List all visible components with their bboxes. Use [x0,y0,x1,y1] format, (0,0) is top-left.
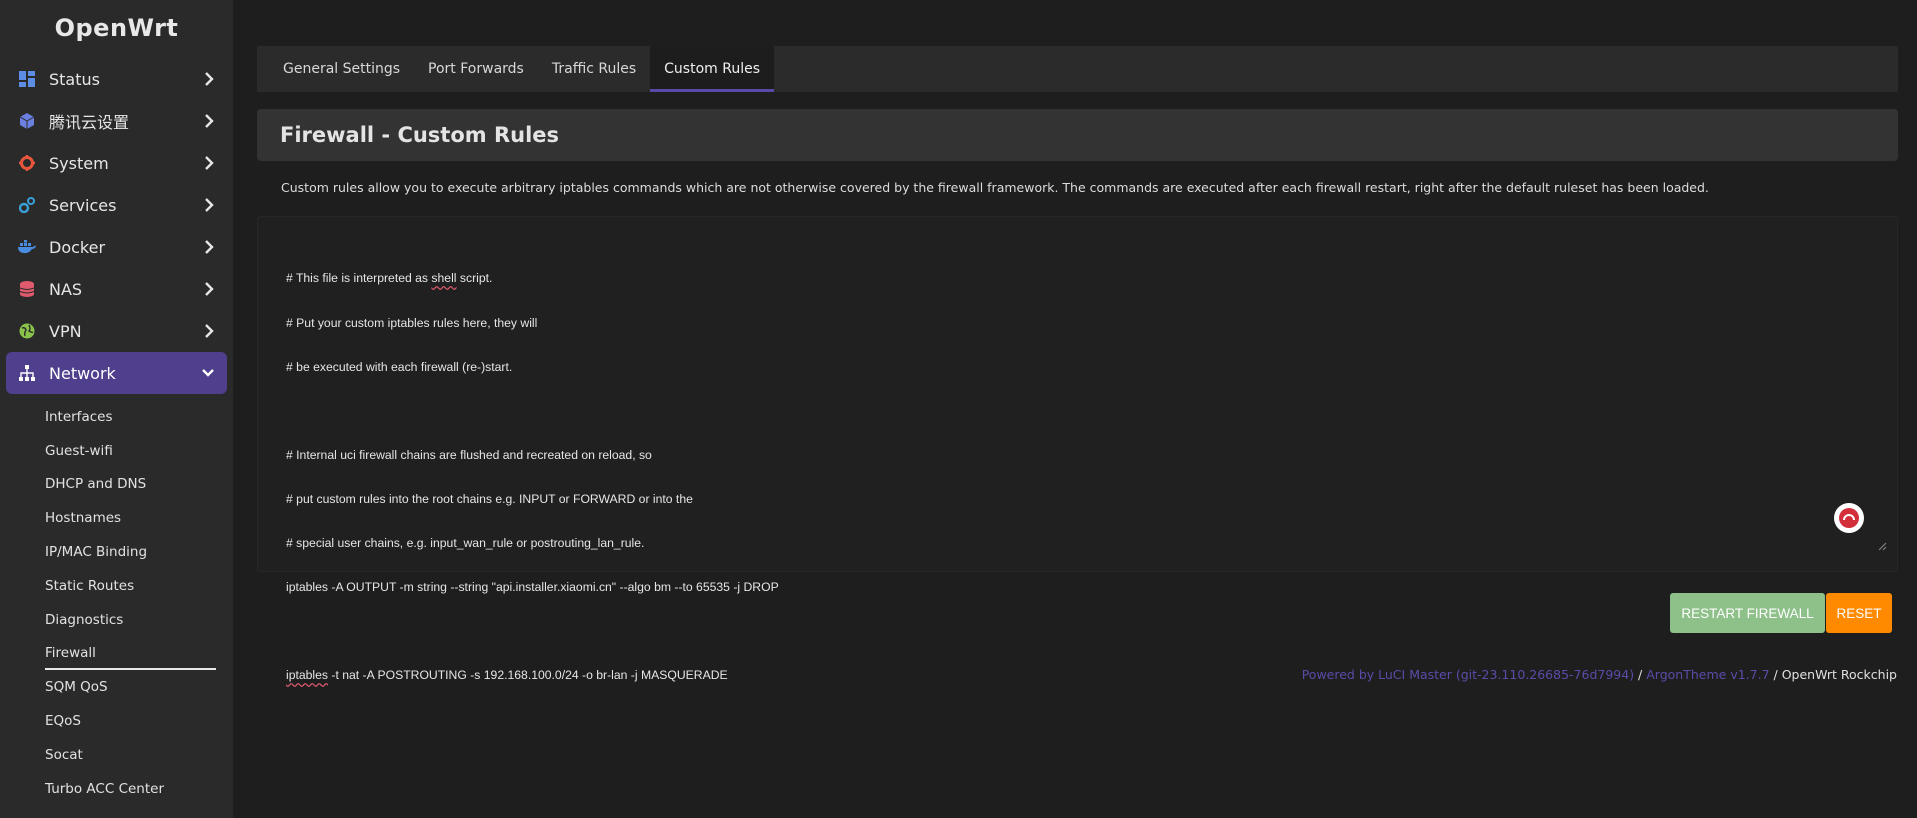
logo[interactable]: OpenWrt [0,0,233,58]
sidebar-item-services[interactable]: Services [6,184,227,226]
submenu-item-diagnostics[interactable]: Diagnostics [0,603,233,637]
luci-link[interactable]: Powered by LuCI Master (git-23.110.26685… [1302,667,1634,682]
submenu-item-label: Firewall [45,645,96,662]
editor-line: # Put your custom iptables rules here, t… [286,315,538,330]
chevron-right-icon [205,156,214,170]
sidebar-item-label: Services [49,195,117,215]
submenu-item-interfaces[interactable]: Interfaces [0,400,233,434]
gear-icon [18,154,36,172]
submenu-item-hostnames[interactable]: Hostnames [0,501,233,535]
docker-icon [18,238,36,256]
editor-text: -t nat -A POSTROUTING -s 192.168.100.0/2… [328,668,728,683]
sidebar-item-network[interactable]: Network [6,352,227,394]
sidebar-item-label: VPN [49,321,82,341]
tab-port-forwards[interactable]: Port Forwards [414,46,538,92]
page-description: Custom rules allow you to execute arbitr… [281,180,1709,195]
submenu-item-eqos[interactable]: EQoS [0,704,233,738]
footer-separator: / [1634,667,1647,682]
resize-handle-icon[interactable] [1877,541,1887,551]
custom-rules-editor-card: # This file is interpreted as shell scri… [257,216,1898,682]
sidebar-item-label: Network [49,363,116,383]
editor-line: # Internal uci firewall chains are flush… [286,447,652,462]
tab-bar: General Settings Port Forwards Traffic R… [257,46,1898,92]
sidebar-menu: Status 腾讯云设置 System Services Docker NAS … [0,58,233,394]
cube-icon [18,112,36,130]
sidebar-item-label: System [49,153,109,173]
argon-theme-link[interactable]: ArgonTheme v1.7.7 [1646,667,1769,682]
tab-general-settings[interactable]: General Settings [269,46,414,92]
database-icon [18,280,36,298]
submenu-item-dhcp-dns[interactable]: DHCP and DNS [0,468,233,502]
submenu-item-turbo-acc[interactable]: Turbo ACC Center [0,772,233,806]
sitemap-icon [18,364,36,382]
reset-button[interactable]: RESET [1826,593,1892,633]
footer: Powered by LuCI Master (git-23.110.26685… [1302,667,1897,682]
chevron-right-icon [205,240,214,254]
submenu-item-firewall[interactable]: Firewall [0,637,233,671]
editor-line: # be executed with each firewall (re-)st… [286,359,513,374]
device-name: OpenWrt Rockchip [1781,667,1897,682]
sidebar-item-system[interactable]: System [6,142,227,184]
editor-text: # This file is interpreted as [286,271,432,286]
editor-text: shell [431,271,457,286]
network-submenu: Interfaces Guest-wifi DHCP and DNS Hostn… [0,400,233,806]
sidebar-item-tencent-cloud[interactable]: 腾讯云设置 [6,100,227,142]
submenu-item-static-routes[interactable]: Static Routes [0,569,233,603]
tab-traffic-rules[interactable]: Traffic Rules [538,46,650,92]
sidebar-item-label: Docker [49,237,106,257]
submenu-item-guest-wifi[interactable]: Guest-wifi [0,434,233,468]
editor-text: iptables [286,668,329,683]
chevron-right-icon [205,114,214,128]
chevron-right-icon [205,72,214,86]
footer-separator: / [1769,667,1782,682]
submenu-item-ip-mac-binding[interactable]: IP/MAC Binding [0,535,233,569]
chevron-right-icon [205,198,214,212]
custom-rules-textarea[interactable]: # This file is interpreted as shell scri… [286,242,1889,682]
editor-line: # This file is interpreted as shell scri… [286,271,1889,286]
sidebar-item-nas[interactable]: NAS [6,268,227,310]
editor-line: # special user chains, e.g. input_wan_ru… [286,535,645,550]
sidebar-item-label: 腾讯云设置 [49,113,130,132]
tab-custom-rules[interactable]: Custom Rules [650,46,774,92]
sidebar-item-label: NAS [49,279,83,299]
page-title: Firewall - Custom Rules [257,109,1898,161]
active-indicator [45,667,216,670]
submenu-item-socat[interactable]: Socat [0,738,233,772]
sidebar-item-label: Status [49,69,100,89]
sidebar-item-status[interactable]: Status [6,58,227,100]
sidebar-item-docker[interactable]: Docker [6,226,227,268]
editor-line: # put custom rules into the root chains … [286,491,693,506]
chevron-right-icon [205,324,214,338]
grammar-check-icon[interactable] [1834,503,1864,533]
globe-icon [18,322,36,340]
submenu-item-sqm-qos[interactable]: SQM QoS [0,670,233,704]
editor-text: script. [456,271,493,286]
dashboard-icon [18,70,36,88]
editor-line: iptables -A OUTPUT -m string --string "a… [286,580,779,595]
chevron-right-icon [205,282,214,296]
sidebar: OpenWrt Status 腾讯云设置 System Services Doc… [0,0,233,818]
services-icon [18,196,36,214]
sidebar-item-vpn[interactable]: VPN [6,310,227,352]
restart-firewall-button[interactable]: RESTART FIREWALL [1670,593,1825,633]
chevron-down-icon [202,369,214,377]
